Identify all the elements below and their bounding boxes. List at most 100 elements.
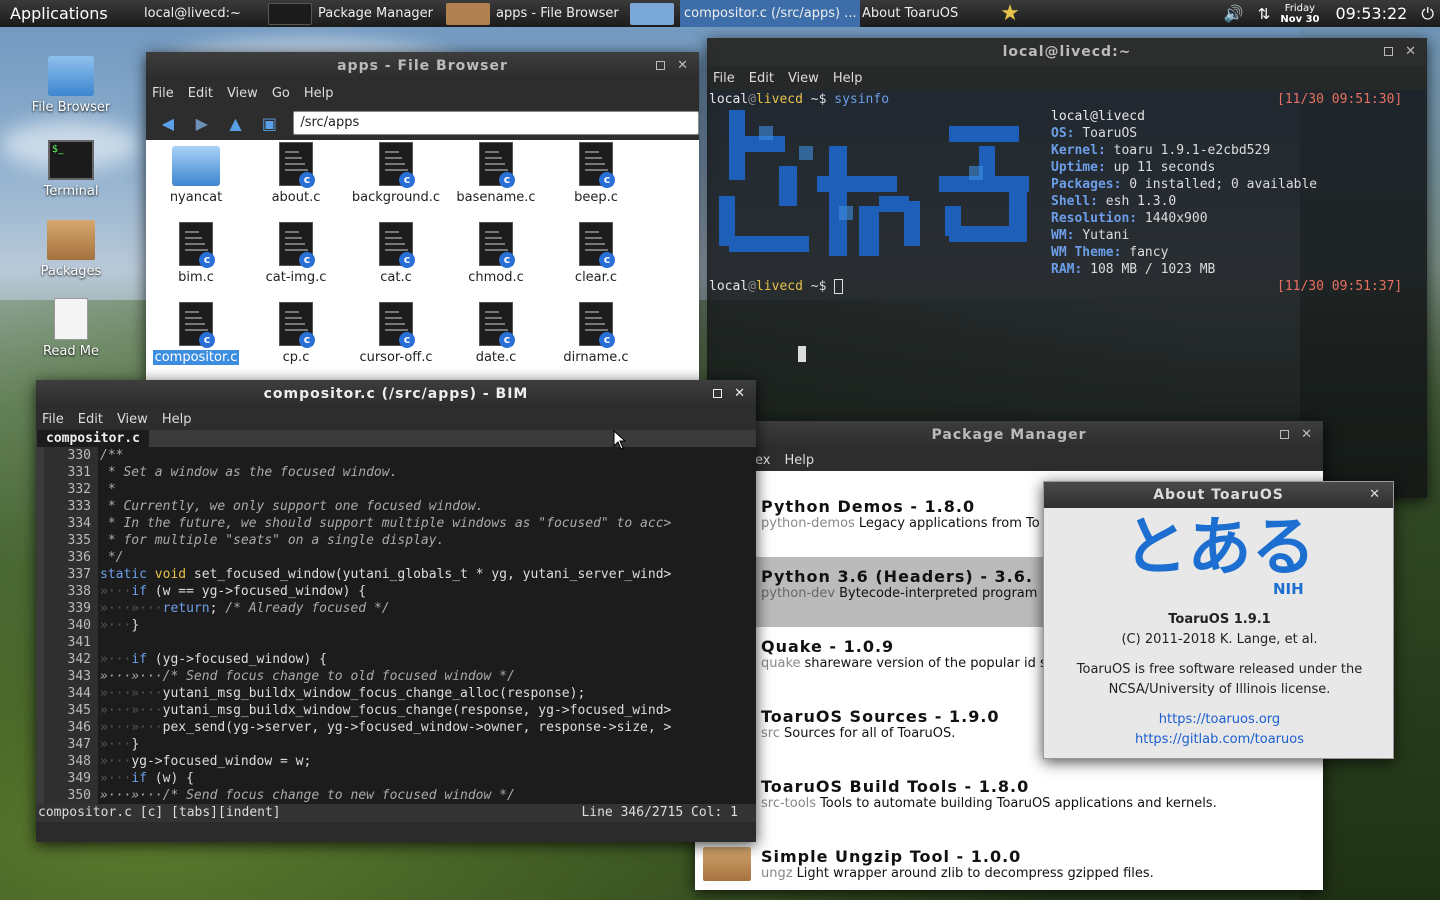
tab-compositor[interactable]: compositor.c (37, 430, 149, 447)
up-icon[interactable]: ▲ (222, 114, 250, 133)
code-area[interactable]: 330/** 331 * Set a window as the focused … (36, 447, 756, 804)
forward-icon[interactable]: ▶ (188, 114, 216, 133)
code-line: 347 »···} (36, 736, 756, 753)
c-file-icon: c (379, 302, 415, 348)
menu-edit[interactable]: Edit (78, 412, 103, 427)
file-item[interactable]: c chmod.c (446, 222, 546, 302)
code-line: 335 * for multiple "seats" on a single d… (36, 532, 756, 549)
file-item[interactable]: c compositor.c (146, 302, 246, 382)
desktop-icon-label: Terminal (43, 184, 99, 199)
file-item[interactable]: c basename.c (446, 142, 546, 222)
package-manager-titlebar[interactable]: Package Manager ✕ (695, 421, 1323, 449)
task-file-browser[interactable]: apps - File Browser (446, 0, 630, 27)
menu-edit[interactable]: Edit (749, 71, 774, 86)
maximize-button[interactable] (1280, 430, 1290, 439)
applications-menu[interactable]: Applications (0, 4, 120, 23)
code-text: static void set_focused_window(yutani_gl… (100, 567, 672, 582)
menu-help[interactable]: Help (784, 453, 814, 468)
path-input[interactable]: /src/apps (293, 111, 699, 135)
file-browser-titlebar[interactable]: apps - File Browser ✕ (146, 52, 699, 80)
menu-help[interactable]: Help (833, 71, 863, 86)
file-item[interactable]: c date.c (446, 302, 546, 382)
c-file-icon: c (179, 302, 215, 348)
file-item[interactable]: c cat.c (346, 222, 446, 302)
desktop-icon-readme[interactable]: Read Me (26, 298, 116, 359)
package-name: Python Demos - 1.8.0 (761, 497, 976, 516)
task-folder[interactable] (630, 0, 680, 27)
file-item[interactable]: c about.c (246, 142, 346, 222)
desktop-icon-packages[interactable]: Packages (26, 220, 116, 279)
code-line: 336 */ (36, 549, 756, 566)
package-name: Simple Ungzip Tool - 1.0.0 (761, 847, 1022, 866)
menu-view[interactable]: View (788, 71, 819, 86)
sysinfo-value: fancy (1129, 245, 1169, 260)
close-button[interactable]: ✕ (734, 386, 746, 401)
menu-go[interactable]: Go (272, 86, 290, 101)
line-number: 339 (36, 600, 98, 617)
document-icon (54, 298, 88, 340)
task-about[interactable]: About ToaruOS (860, 0, 980, 27)
sysinfo-key: RAM: (1051, 262, 1083, 277)
network-icon[interactable]: ⇅ (1258, 5, 1271, 23)
file-label: cursor-off.c (359, 350, 433, 365)
sysinfo-row: WM: Yutani (1051, 228, 1129, 243)
file-item[interactable]: c cp.c (246, 302, 346, 382)
code-text: /** (100, 448, 124, 463)
mouse-pointer-icon (613, 430, 627, 450)
file-item[interactable]: c background.c (346, 142, 446, 222)
maximize-button[interactable] (1384, 47, 1394, 56)
about-titlebar[interactable]: About ToaruOS ✕ (1044, 482, 1393, 508)
line-number: 348 (36, 753, 98, 770)
line-number: 341 (36, 634, 98, 651)
file-item[interactable]: c cursor-off.c (346, 302, 446, 382)
close-button[interactable]: ✕ (677, 58, 689, 73)
link-toaruos-org[interactable]: https://toaruos.org (1159, 712, 1280, 727)
terminal-titlebar[interactable]: local@livecd:~ ✕ (707, 38, 1427, 66)
menu-index[interactable]: ex (755, 453, 770, 468)
link-gitlab[interactable]: https://gitlab.com/toaruos (1135, 732, 1304, 747)
close-button[interactable]: ✕ (1301, 427, 1313, 442)
task-editor[interactable]: compositor.c (/src/apps) ... (680, 0, 860, 27)
desktop-icon-terminal[interactable]: $_ Terminal (26, 140, 116, 199)
menu-help[interactable]: Help (304, 86, 334, 101)
code-text: »···if (w == yg->focused_window) { (100, 584, 367, 599)
code-text: */ (100, 550, 124, 565)
maximize-button[interactable] (713, 389, 723, 398)
file-item[interactable]: c bim.c (146, 222, 246, 302)
maximize-button[interactable] (656, 61, 666, 70)
package-id: src (761, 726, 780, 741)
package-row[interactable]: Simple Ungzip Tool - 1.0.0 ungz Light wrap… (695, 837, 1323, 890)
file-item[interactable]: nyancat (146, 142, 246, 222)
folder-icon (48, 56, 94, 96)
close-button[interactable]: ✕ (1369, 487, 1381, 502)
menu-file[interactable]: File (152, 86, 174, 101)
menu-file[interactable]: File (713, 71, 735, 86)
menu-file[interactable]: File (42, 412, 64, 427)
home-folder-icon[interactable]: ▣ (255, 114, 283, 133)
star-icon[interactable]: ★ (980, 0, 1040, 27)
c-file-icon: c (279, 142, 315, 188)
file-item[interactable]: c beep.c (546, 142, 646, 222)
file-label: compositor.c (152, 350, 240, 365)
file-item[interactable]: c cat-img.c (246, 222, 346, 302)
line-number: 344 (36, 685, 98, 702)
sysinfo-key: Uptime: (1051, 160, 1106, 175)
menu-help[interactable]: Help (162, 412, 192, 427)
desktop-icon-label: Read Me (42, 344, 99, 359)
desktop-icon-file-browser[interactable]: File Browser (26, 56, 116, 115)
package-row[interactable]: ToaruOS Build Tools - 1.8.0 src-tools Tool… (695, 767, 1323, 837)
menu-view[interactable]: View (117, 412, 148, 427)
task-terminal[interactable]: local@livecd:~ (120, 0, 268, 27)
volume-icon[interactable]: 🔊 (1224, 4, 1244, 23)
code-line: 340 »···} (36, 617, 756, 634)
back-icon[interactable]: ◀ (154, 114, 182, 133)
editor-titlebar[interactable]: compositor.c (/src/apps) - BIM ✕ (36, 380, 756, 408)
menu-view[interactable]: View (227, 86, 258, 101)
power-icon[interactable]: ⏻ (1421, 4, 1434, 24)
task-package-manager[interactable]: Package Manager (268, 0, 446, 27)
menu-edit[interactable]: Edit (188, 86, 213, 101)
close-button[interactable]: ✕ (1405, 44, 1417, 59)
file-item[interactable]: c clear.c (546, 222, 646, 302)
file-item[interactable]: c dirname.c (546, 302, 646, 382)
file-label: chmod.c (468, 270, 524, 285)
